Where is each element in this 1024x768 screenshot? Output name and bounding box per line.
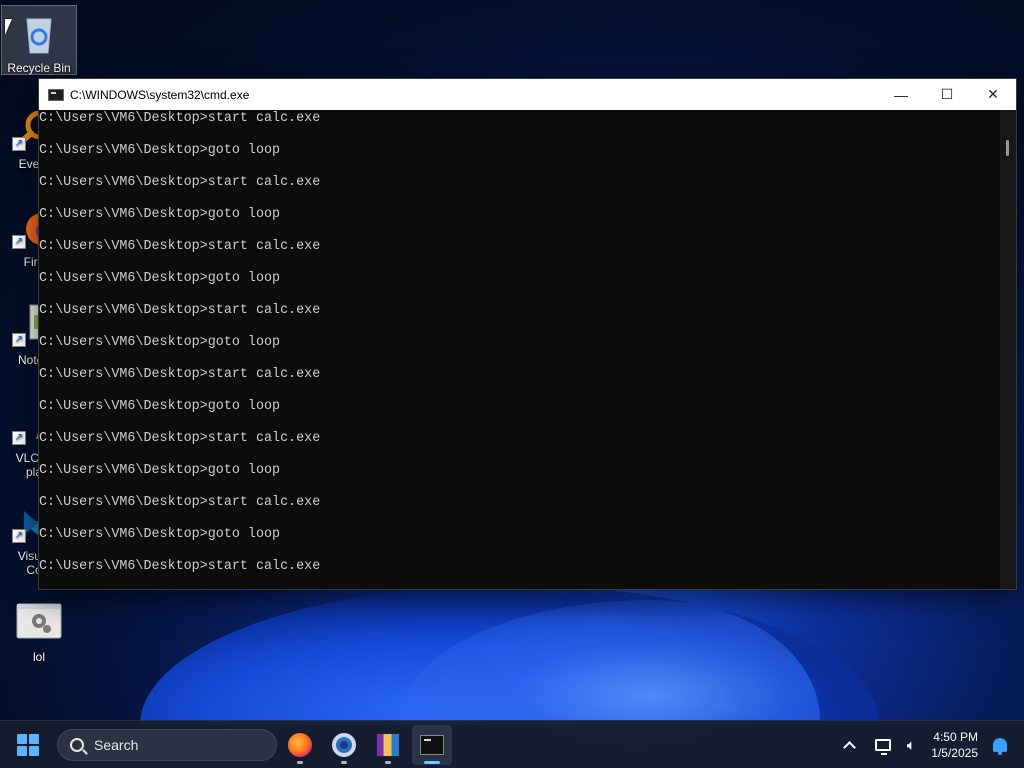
- console-line: C:\Users\VM6\Desktop>start calc.exe: [39, 431, 321, 446]
- speaker-icon: 🔈︎: [906, 736, 916, 754]
- console-line: C:\Users\VM6\Desktop>goto loop: [39, 399, 281, 414]
- desktop-icon-label: Recycle Bin: [7, 61, 71, 75]
- running-indicator: [297, 761, 303, 764]
- console-line: C:\Users\VM6\Desktop>goto loop: [39, 143, 281, 158]
- console-line: C:\Users\VM6\Desktop>start calc.exe: [39, 175, 321, 190]
- taskbar-cmd[interactable]: [412, 725, 452, 765]
- windows-logo-pane: [17, 746, 27, 756]
- settings-icon: [332, 733, 356, 757]
- clock-date: 1/5/2025: [931, 746, 978, 760]
- console-line: C:\Users\VM6\Desktop>start calc.exe: [39, 559, 321, 574]
- recycle-bin-icon: [15, 9, 63, 57]
- desktop-icon-recycle-bin[interactable]: Recycle Bin: [1, 5, 77, 75]
- cmd-icon: [420, 735, 444, 755]
- active-indicator: [424, 761, 440, 764]
- windows-logo-icon: [17, 734, 27, 744]
- mouse-cursor-icon: [5, 19, 12, 35]
- shortcut-arrow-icon: ↗: [12, 235, 26, 249]
- firefox-icon: [288, 733, 312, 757]
- console-line: C:\Users\VM6\Desktop>start calc.exe: [39, 367, 321, 382]
- winrar-icon: [376, 733, 400, 757]
- notifications-button[interactable]: [986, 731, 1014, 759]
- taskbar-search[interactable]: Search: [57, 729, 277, 761]
- volume-button[interactable]: 🔈︎: [897, 731, 925, 759]
- bell-icon: [993, 738, 1007, 755]
- console-line: C:\Users\VM6\Desktop>goto loop: [39, 335, 281, 350]
- batch-file-icon: [15, 598, 63, 646]
- running-indicator: [341, 761, 347, 764]
- show-hidden-icons-button[interactable]: [835, 731, 863, 759]
- console-line: C:\Users\VM6\Desktop>goto loop: [39, 271, 281, 286]
- console-scrollbar[interactable]: [1000, 110, 1016, 589]
- desktop-icon-lol[interactable]: lol: [1, 598, 77, 664]
- cmd-window-title: C:\WINDOWS\system32\cmd.exe: [70, 87, 250, 102]
- console-line: C:\Users\VM6\Desktop>goto loop: [39, 463, 281, 478]
- cmd-window[interactable]: C:\WINDOWS\system32\cmd.exe — ☐ ✕ C:\Use…: [38, 78, 1017, 590]
- console-line: C:\Users\VM6\Desktop>start calc.exe: [39, 495, 321, 510]
- taskbar-settings[interactable]: [324, 725, 364, 765]
- console-line: C:\Users\VM6\Desktop>start calc.exe: [39, 111, 321, 126]
- start-button[interactable]: [14, 731, 42, 759]
- shortcut-arrow-icon: ↗: [12, 431, 26, 445]
- windows-logo-pane: [29, 746, 39, 756]
- system-tray: 🔈︎ 4:50 PM 1/5/2025: [835, 721, 1024, 768]
- console-line: C:\Users\VM6\Desktop>start calc.exe: [39, 239, 321, 254]
- shortcut-arrow-icon: ↗: [12, 137, 26, 151]
- taskbar-clock[interactable]: 4:50 PM 1/5/2025: [931, 729, 978, 761]
- close-button[interactable]: ✕: [970, 79, 1016, 110]
- taskbar: Search 🔈︎ 4:50 PM 1/5/2025: [0, 720, 1024, 768]
- console-line: C:\Users\VM6\Desktop>goto loop: [39, 527, 281, 542]
- search-icon: [70, 738, 84, 752]
- console-output[interactable]: C:\Users\VM6\Desktop>start calc.exe C:\U…: [39, 110, 1000, 589]
- chevron-up-icon: [842, 741, 856, 754]
- maximize-button[interactable]: ☐: [924, 79, 970, 110]
- shortcut-arrow-icon: ↗: [12, 529, 26, 543]
- search-placeholder: Search: [94, 737, 139, 753]
- cmd-titlebar[interactable]: C:\WINDOWS\system32\cmd.exe — ☐ ✕: [39, 79, 1016, 110]
- console-line: C:\Users\VM6\Desktop>start calc.exe: [39, 303, 321, 318]
- minimize-icon: —: [894, 86, 908, 103]
- close-icon: ✕: [987, 86, 999, 102]
- shortcut-arrow-icon: ↗: [12, 333, 26, 347]
- network-icon: [875, 739, 892, 755]
- maximize-icon: ☐: [940, 86, 954, 102]
- minimize-button[interactable]: —: [878, 79, 924, 110]
- network-button[interactable]: [869, 731, 897, 759]
- windows-logo-pane: [29, 734, 39, 744]
- taskbar-winrar[interactable]: [368, 725, 408, 765]
- clock-time: 4:50 PM: [933, 730, 978, 744]
- running-indicator: [385, 761, 391, 764]
- desktop-icon-label: lol: [32, 650, 45, 664]
- scrollbar-thumb[interactable]: [1006, 140, 1009, 156]
- console-line: C:\Users\VM6\Desktop>goto loop: [39, 207, 281, 222]
- cmd-app-icon: [48, 88, 64, 101]
- taskbar-firefox[interactable]: [280, 725, 320, 765]
